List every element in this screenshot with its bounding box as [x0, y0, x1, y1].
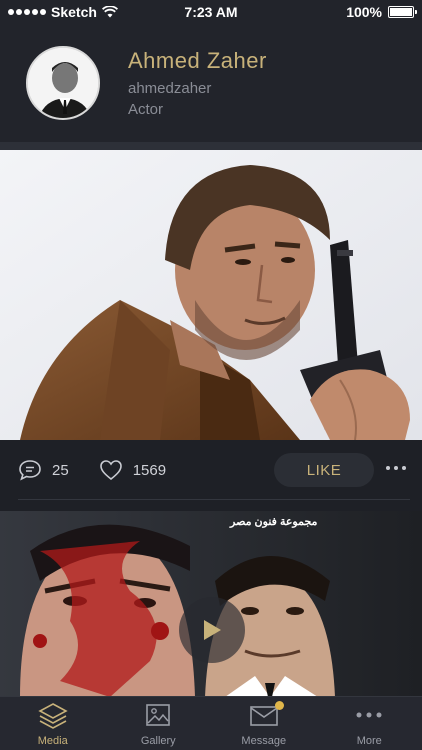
message-badge	[274, 701, 284, 710]
more-dots-icon[interactable]	[386, 466, 406, 470]
battery-percent: 100%	[346, 4, 382, 20]
comments-action[interactable]: 25	[18, 459, 69, 481]
more-icon	[356, 712, 382, 718]
like-count: 1569	[132, 461, 167, 479]
layers-icon	[38, 703, 68, 729]
video-watermark: مجموعة فنون مصر	[230, 516, 318, 528]
signal-icon	[8, 9, 46, 15]
profile-name: Ahmed Zaher	[128, 48, 267, 73]
likes-action[interactable]: 1569	[99, 459, 166, 481]
tab-media[interactable]: Media	[0, 697, 106, 750]
avatar[interactable]	[26, 46, 100, 120]
divider	[0, 142, 422, 150]
tab-bar: Media Gallery Message More	[0, 696, 422, 750]
profile-info: Ahmed Zaher ahmedzaher Actor	[128, 48, 267, 118]
status-bar: Sketch 7:23 AM 100%	[0, 0, 422, 24]
tab-message[interactable]: Message	[211, 697, 317, 750]
post-actions: 25 1569 LIKE	[0, 440, 422, 500]
profile-handle: ahmedzaher	[128, 80, 212, 97]
heart-icon	[99, 460, 122, 481]
like-button[interactable]: LIKE	[274, 453, 374, 487]
tab-gallery-label: Gallery	[140, 735, 176, 747]
wifi-icon	[101, 6, 118, 18]
carrier-label: Sketch	[51, 4, 97, 20]
battery-icon	[388, 6, 417, 18]
tab-more[interactable]: More	[317, 697, 422, 750]
comment-icon	[19, 460, 41, 481]
comment-count: 25	[52, 461, 69, 479]
actions-divider	[18, 499, 410, 500]
status-right: 100%	[346, 4, 417, 20]
post-photo[interactable]	[0, 150, 422, 440]
tab-gallery[interactable]: Gallery	[106, 697, 212, 750]
status-left: Sketch	[8, 4, 118, 20]
image-icon	[146, 704, 171, 726]
video-thumbnail[interactable]: مجموعة فنون مصر	[0, 511, 422, 697]
play-button[interactable]	[179, 597, 245, 663]
tab-message-label: Message	[241, 735, 287, 747]
tab-media-label: Media	[37, 735, 68, 747]
profile-role: Actor	[128, 101, 164, 118]
play-icon	[204, 620, 221, 640]
tab-more-label: More	[356, 735, 382, 747]
profile-header: Ahmed Zaher ahmedzaher Actor	[0, 24, 422, 142]
